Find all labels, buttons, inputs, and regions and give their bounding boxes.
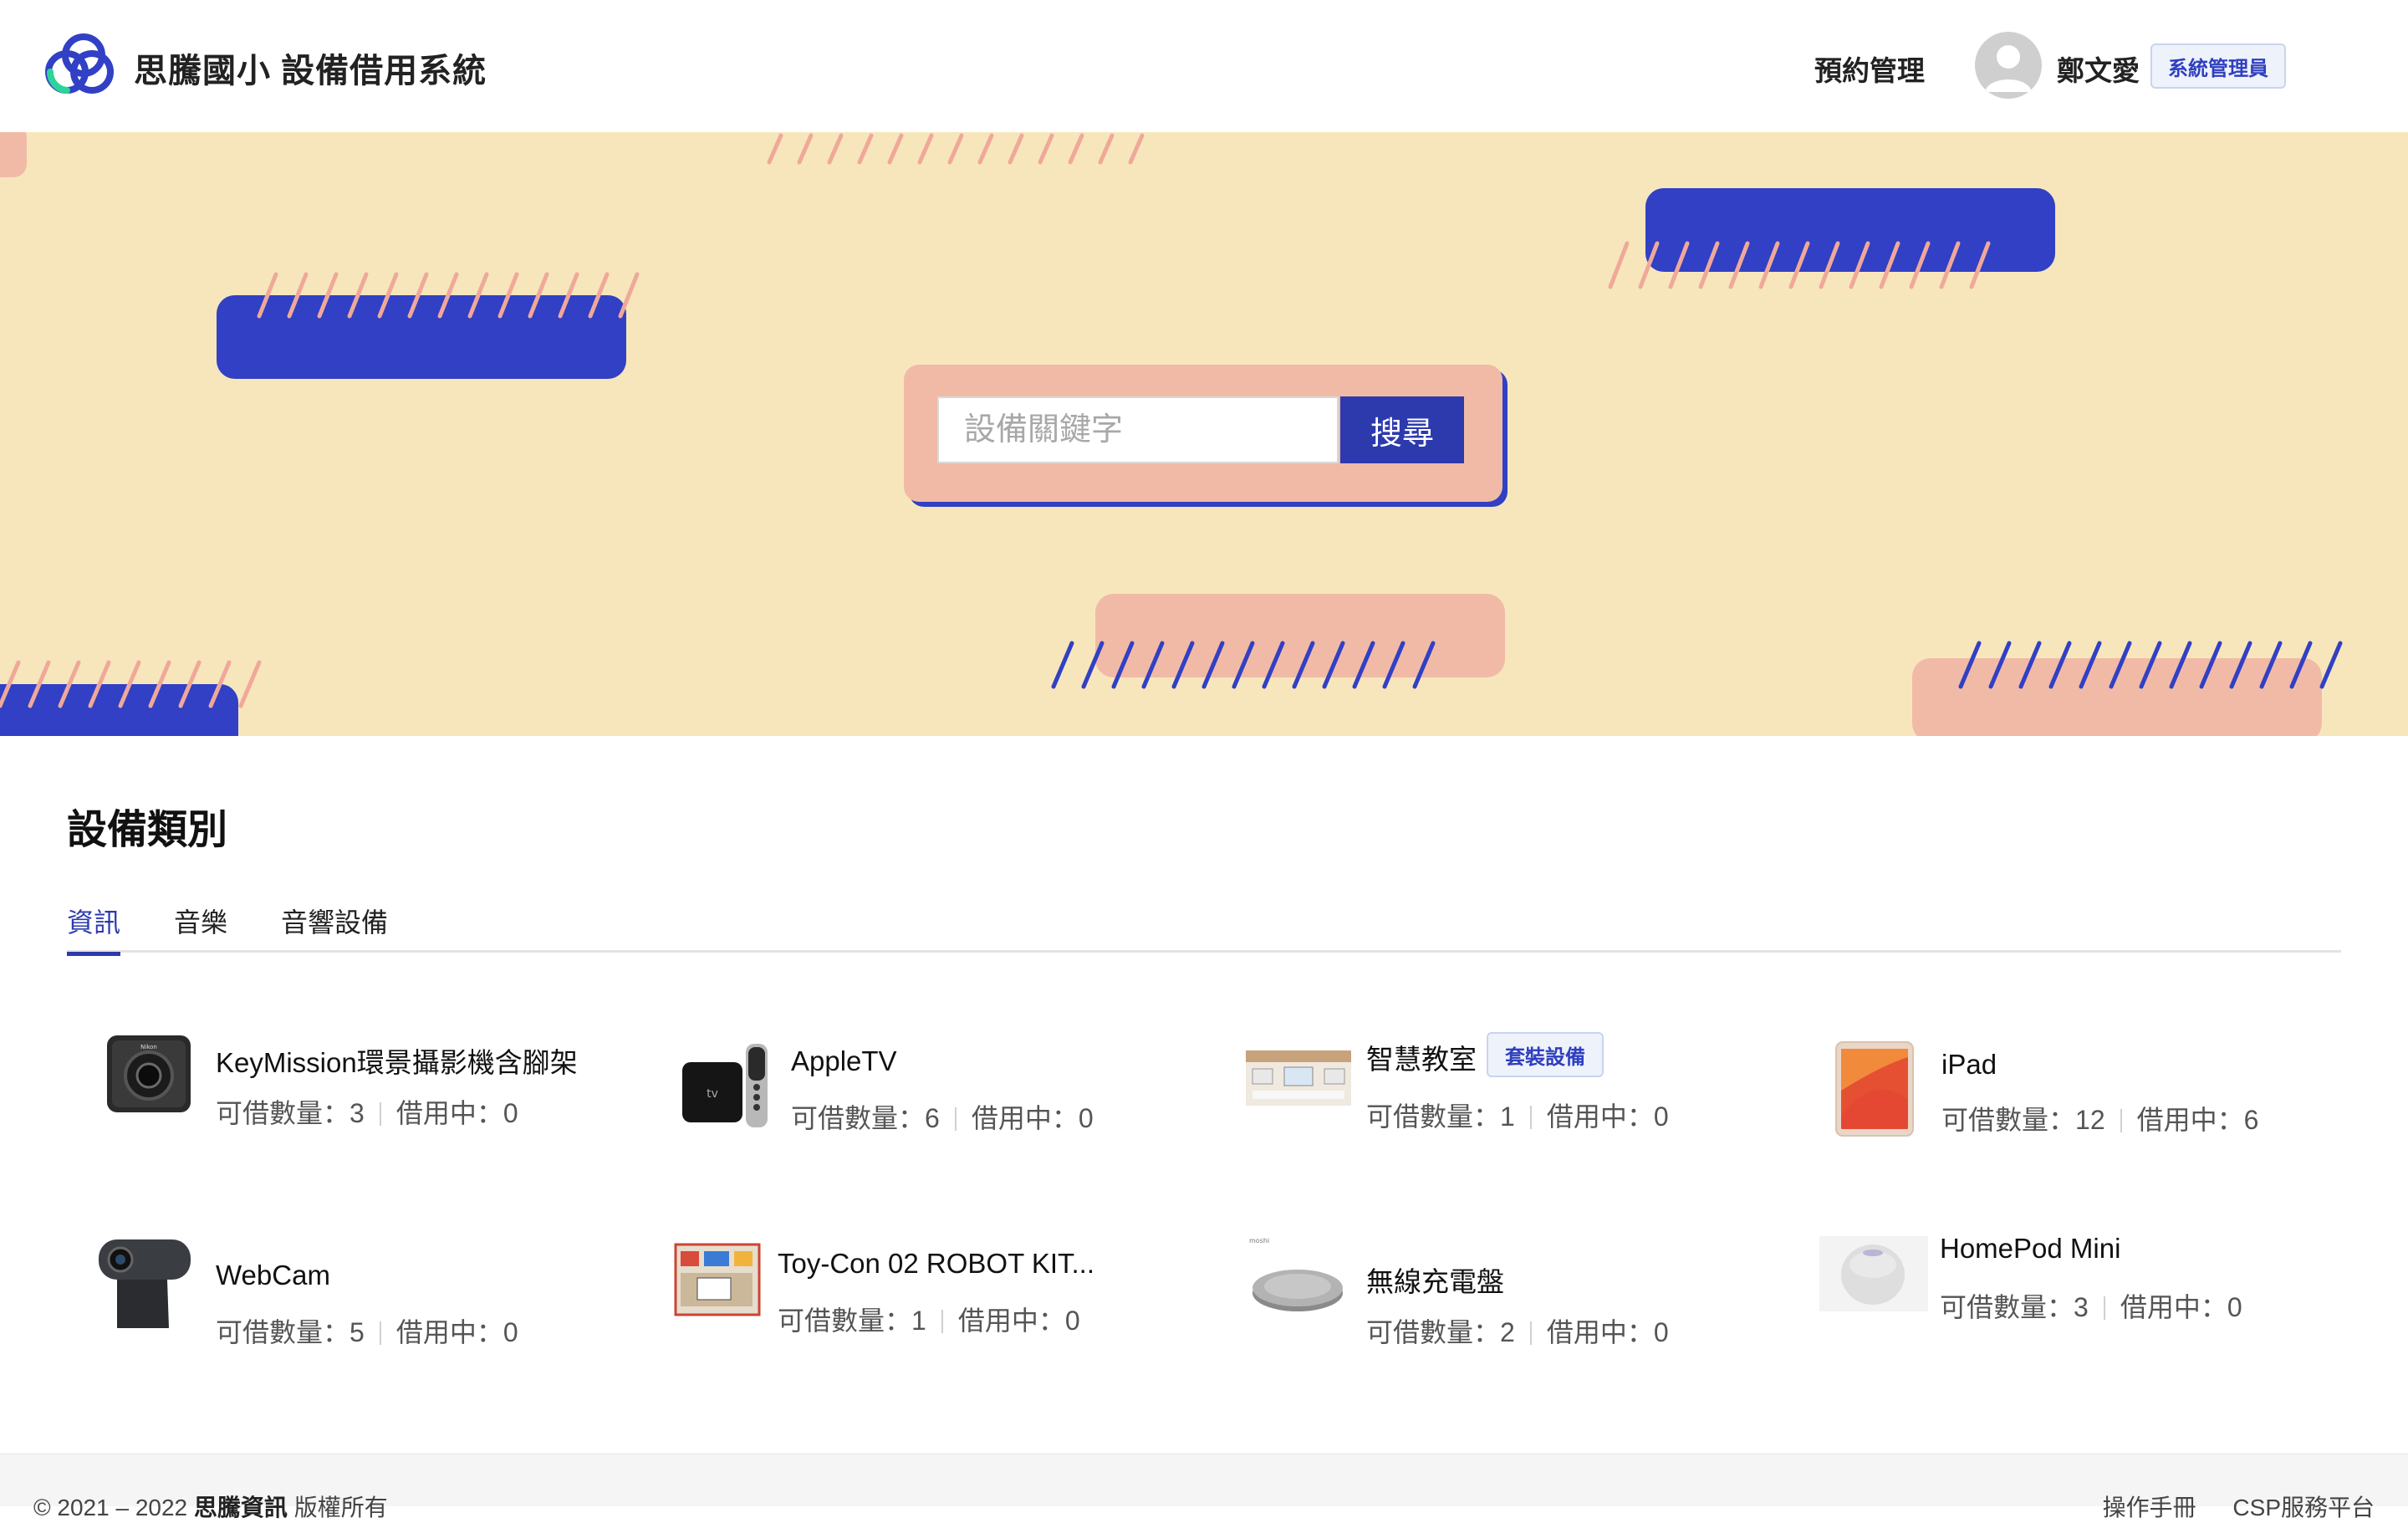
category-tabs: 資訊 音樂 音響設備 xyxy=(67,895,2341,956)
user-name[interactable]: 鄭文愛 xyxy=(2057,49,2140,89)
tab-music[interactable]: 音樂 xyxy=(174,902,227,952)
equipment-stats: 可借數量：2 借用中：0 xyxy=(1366,1317,1669,1347)
hero-banner: 搜尋 xyxy=(0,132,2408,736)
homepod-icon xyxy=(1819,1236,1928,1311)
footer-link-csp[interactable]: CSP服務平台 xyxy=(2232,1495,2375,1520)
decor-stripes xyxy=(0,660,262,708)
search-panel: 搜尋 xyxy=(904,365,1502,502)
360-camera-icon: Nikon xyxy=(107,1035,191,1112)
footer-link-manual[interactable]: 操作手冊 xyxy=(2103,1495,2196,1520)
tab-info[interactable]: 資訊 xyxy=(67,902,121,956)
equipment-stats: 可借數量：6 借用中：0 xyxy=(791,1103,1094,1133)
decor-pill xyxy=(0,132,27,177)
section-title: 設備類別 xyxy=(67,808,228,852)
svg-text:moshi: moshi xyxy=(1249,1237,1269,1244)
equipment-stats: 可借數量：1 借用中：0 xyxy=(1366,1101,1669,1132)
equipment-stats: 可借數量：1 借用中：0 xyxy=(778,1306,1080,1336)
apple-tv-icon: tv xyxy=(682,1044,768,1127)
equipment-name: 無線充電盤 xyxy=(1366,1266,1504,1297)
user-icon xyxy=(1985,45,2032,92)
equipment-card[interactable]: WebCam 可借數量：5 借用中：0 xyxy=(92,1233,610,1347)
equipment-name: AppleTV xyxy=(791,1045,897,1076)
svg-text:tv: tv xyxy=(707,1087,718,1101)
tab-audio-equipment[interactable]: 音響設備 xyxy=(281,902,388,952)
equipment-card[interactable]: moshi 無線充電盤 可借數量：2 借用中：0 xyxy=(1244,1233,1763,1347)
company-name[interactable]: 思騰資訊 xyxy=(194,1495,288,1520)
decor-stripes xyxy=(1608,241,1991,289)
decor-stripes xyxy=(1958,641,2343,689)
robot-kit-icon xyxy=(674,1243,761,1316)
svg-text:Nikon: Nikon xyxy=(140,1044,157,1050)
webcam-icon xyxy=(99,1239,191,1328)
equipment-name: Toy-Con 02 ROBOT KIT... xyxy=(778,1248,1095,1279)
equipment-name: KeyMission環景攝影機含腳架 xyxy=(216,1047,578,1078)
top-header: 思騰國小 設備借用系統 預約管理 鄭文愛 系統管理員 xyxy=(0,0,2408,133)
equipment-name: iPad xyxy=(1941,1049,1997,1080)
equipment-card[interactable]: 智慧教室 套裝設備 可借數量：1 借用中：0 xyxy=(1244,1027,1763,1136)
equipment-card[interactable]: iPad 可借數量：12 借用中：6 xyxy=(1823,1040,2324,1149)
avatar[interactable] xyxy=(1975,32,2042,99)
copyright: © 2021 – 2022 思騰資訊 版權所有 xyxy=(33,1495,388,1520)
equipment-name: HomePod Mini xyxy=(1940,1233,2121,1264)
search-input[interactable] xyxy=(937,396,1339,463)
search-button[interactable]: 搜尋 xyxy=(1340,396,1464,463)
equipment-card[interactable]: Nikon KeyMission環景攝影機含腳架 可借數量：3 借用中：0 xyxy=(99,1027,617,1136)
decor-stripes xyxy=(767,133,1145,165)
equipment-card[interactable]: HomePod Mini 可借數量：3 借用中：0 xyxy=(1819,1233,2338,1342)
nav-booking-management[interactable]: 預約管理 xyxy=(1814,49,1925,89)
equipment-stats: 可借數量：3 借用中：0 xyxy=(216,1098,518,1128)
equipment-name: WebCam xyxy=(216,1260,330,1290)
equipment-card[interactable]: tv AppleTV 可借數量：6 借用中：0 xyxy=(677,1037,1145,1146)
equipment-stats: 可借數量：3 借用中：0 xyxy=(1940,1292,2242,1322)
equipment-stats: 可借數量：12 借用中：6 xyxy=(1941,1105,2259,1135)
equipment-card[interactable]: Toy-Con 02 ROBOT KIT... 可借數量：1 借用中：0 xyxy=(672,1233,1191,1342)
wireless-charger-icon: moshi xyxy=(1249,1237,1343,1311)
logo-icon xyxy=(45,33,114,94)
ipad-icon xyxy=(1835,1041,1914,1137)
decor-stripes xyxy=(257,272,640,319)
decor-stripes xyxy=(1051,641,1436,689)
footer: © 2021 – 2022 思騰資訊 版權所有 操作手冊 CSP服務平台 xyxy=(0,1454,2408,1520)
kit-badge: 套裝設備 xyxy=(1487,1032,1604,1077)
equipment-name: 智慧教室 xyxy=(1366,1044,1477,1075)
app-title: 思騰國小 設備借用系統 xyxy=(134,53,487,89)
role-badge: 系統管理員 xyxy=(2150,43,2286,89)
smart-classroom-icon xyxy=(1246,1050,1351,1106)
footer-links: 操作手冊 CSP服務平台 xyxy=(2073,1490,2375,1523)
equipment-stats: 可借數量：5 借用中：0 xyxy=(216,1317,518,1347)
